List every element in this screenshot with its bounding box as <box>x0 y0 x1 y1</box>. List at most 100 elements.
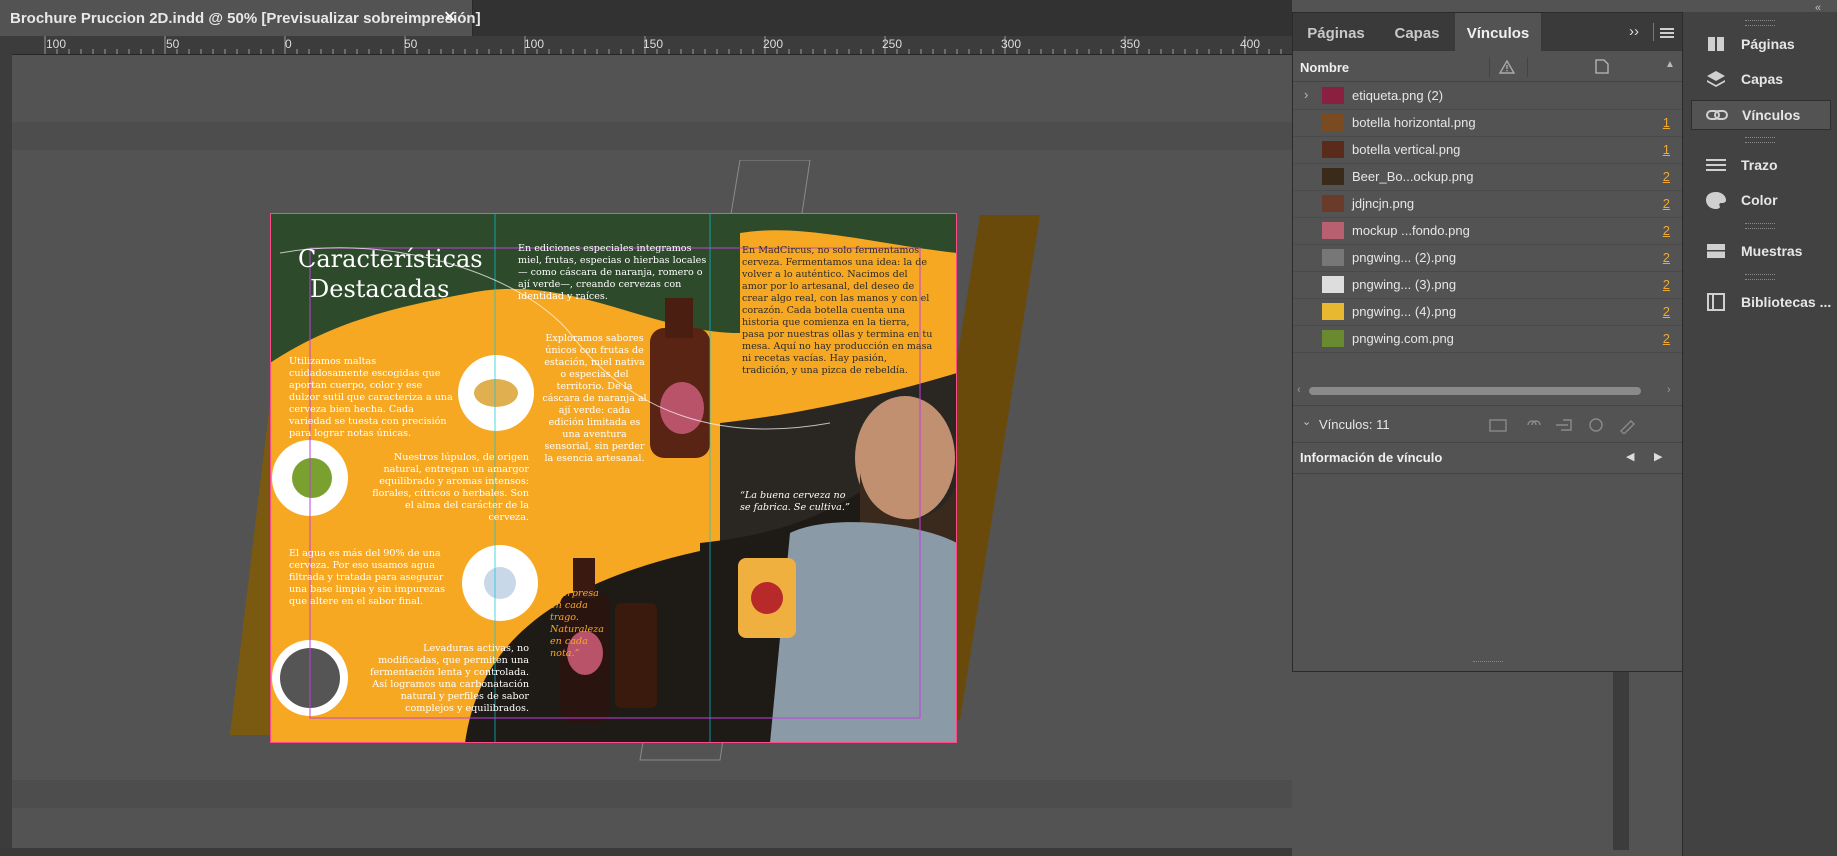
dock-item-stroke[interactable]: Trazo <box>1691 151 1829 179</box>
link-page[interactable]: 2 <box>1663 277 1670 292</box>
collapse-panel-icon[interactable]: ›› <box>1629 23 1639 40</box>
dock-item-swatches[interactable]: Muestras <box>1691 237 1829 265</box>
dock-label: Trazo <box>1741 157 1778 173</box>
link-thumbnail <box>1322 276 1344 293</box>
link-row[interactable]: botella horizontal.png 1 <box>1293 109 1683 137</box>
links-footer: ⌄ Vínculos: 11 <box>1293 405 1683 443</box>
collapse-dock-icon[interactable]: « <box>1815 2 1821 14</box>
link-thumbnail <box>1322 195 1344 212</box>
dock-label: Páginas <box>1741 36 1795 52</box>
link-page[interactable]: 2 <box>1663 223 1670 238</box>
go-to-link-icon <box>1556 419 1572 431</box>
dock-label: Color <box>1741 192 1778 208</box>
link-row[interactable]: botella vertical.png 1 <box>1293 136 1683 164</box>
brochure-heading-line1: Características <box>298 245 483 273</box>
horizontal-ruler[interactable]: 100 50 0 50 100 150 200 250 300 350 400 <box>0 36 1292 55</box>
text-maltas: Utilizamos maltas cuidadosamente escogid… <box>289 356 453 439</box>
column-header[interactable]: Nombre ▲ <box>1293 53 1683 82</box>
link-info-header[interactable]: Información de vínculo ◀ ▶ <box>1293 443 1683 474</box>
text-lupulos: Nuestros lúpulos, de origen natural, ent… <box>372 452 529 523</box>
previous-link-icon[interactable]: ◀ <box>1626 450 1634 463</box>
libraries-icon <box>1707 293 1725 311</box>
text-ediciones: En ediciones especiales integramos miel,… <box>518 243 707 302</box>
dock-label: Muestras <box>1741 243 1803 259</box>
link-name: pngwing... (3).png <box>1352 277 1457 292</box>
dock-item-links[interactable]: Vínculos <box>1691 100 1831 130</box>
dock-grip[interactable] <box>1745 20 1775 26</box>
scrollbar-thumb[interactable] <box>1309 387 1641 395</box>
show-subsets-icon <box>1489 419 1507 432</box>
link-thumbnail <box>1322 222 1344 239</box>
dock-grip[interactable] <box>1745 137 1775 143</box>
tab-links[interactable]: Vínculos <box>1455 13 1541 51</box>
link-name: botella vertical.png <box>1352 142 1461 157</box>
brochure-spread[interactable]: Características Destacadas Utilizamos ma… <box>270 213 957 743</box>
ruler-label: 0 <box>285 37 292 51</box>
layers-icon <box>1707 71 1725 87</box>
link-row[interactable]: pngwing... (2).png 2 <box>1293 244 1683 272</box>
dock-item-color[interactable]: Color <box>1691 186 1829 214</box>
link-info-title: Información de vínculo <box>1300 450 1443 465</box>
link-name: pngwing.com.png <box>1352 331 1454 346</box>
close-tab-icon[interactable]: ✕ <box>443 7 456 27</box>
link-thumbnail <box>1322 249 1344 266</box>
tab-layers[interactable]: Capas <box>1379 13 1455 51</box>
links-panel: Páginas Capas Vínculos ›› Nombre ▲ › eti… <box>1292 12 1684 672</box>
link-row[interactable]: mockup ...fondo.png 2 <box>1293 217 1683 245</box>
resize-grip[interactable] <box>1473 661 1503 665</box>
ruler-label: 400 <box>1240 37 1261 51</box>
stroke-icon <box>1706 159 1726 171</box>
link-page[interactable]: 2 <box>1663 304 1670 319</box>
dock-item-libraries[interactable]: Bibliotecas ... <box>1691 288 1832 316</box>
dock-label: Bibliotecas ... <box>1741 294 1832 310</box>
link-row[interactable]: Beer_Bo...ockup.png 2 <box>1293 163 1683 191</box>
expand-chevron-icon[interactable]: › <box>1304 87 1308 102</box>
ruler-label: 200 <box>763 37 784 51</box>
dock-item-layers[interactable]: Capas <box>1691 65 1829 93</box>
collapse-info-icon[interactable]: ⌄ <box>1302 415 1311 428</box>
link-row[interactable]: pngwing... (3).png 2 <box>1293 271 1683 299</box>
link-name: jdjncjn.png <box>1352 196 1415 211</box>
tab-pages[interactable]: Páginas <box>1293 13 1379 51</box>
footer-actions <box>1489 418 1635 434</box>
link-row[interactable]: jdjncjn.png 2 <box>1293 190 1683 218</box>
next-link-icon[interactable]: ▶ <box>1654 450 1662 463</box>
panel-menu-icon[interactable] <box>1660 27 1674 39</box>
link-page[interactable]: 2 <box>1663 196 1670 211</box>
panel-tab-bar: Páginas Capas Vínculos ›› <box>1293 13 1683 51</box>
link-page[interactable]: 1 <box>1663 142 1670 157</box>
link-page[interactable]: 2 <box>1663 169 1670 184</box>
link-page[interactable]: 2 <box>1663 331 1670 346</box>
scroll-left-icon[interactable]: ‹ <box>1297 384 1301 396</box>
sort-ascending-icon[interactable]: ▲ <box>1665 59 1675 70</box>
update-link-icon <box>1589 418 1603 432</box>
dock-grip[interactable] <box>1745 223 1775 229</box>
dock-label: Capas <box>1741 71 1784 87</box>
links-count: Vínculos: 11 <box>1319 417 1390 432</box>
warning-status-icon[interactable] <box>1499 60 1515 74</box>
relink-icon <box>1527 420 1541 426</box>
divider <box>1527 57 1528 77</box>
link-page[interactable]: 1 <box>1663 115 1670 130</box>
swatches-icon <box>1707 244 1725 258</box>
link-thumbnail <box>1322 87 1344 104</box>
dock-item-pages[interactable]: Páginas <box>1691 30 1829 58</box>
ruler-label: 100 <box>524 37 545 51</box>
document-title: Brochure Pruccion 2D.indd @ 50% [Previsu… <box>10 10 481 27</box>
column-name[interactable]: Nombre <box>1300 60 1349 75</box>
brochure-heading-line2: Destacadas <box>310 275 450 303</box>
link-row[interactable]: pngwing... (4).png 2 <box>1293 298 1683 326</box>
scroll-right-icon[interactable]: › <box>1667 384 1671 396</box>
link-name: pngwing... (2).png <box>1352 250 1457 265</box>
document-tab[interactable]: Brochure Pruccion 2D.indd @ 50% [Previsu… <box>0 0 481 36</box>
pasteboard-band <box>12 122 1292 150</box>
link-page[interactable]: 2 <box>1663 250 1670 265</box>
link-name: etiqueta.png (2) <box>1352 88 1444 103</box>
links-horizontal-scrollbar[interactable]: ‹ › <box>1297 384 1679 397</box>
dock-grip[interactable] <box>1745 274 1775 280</box>
link-row[interactable]: › etiqueta.png (2) <box>1293 82 1683 110</box>
link-row[interactable]: pngwing.com.png 2 <box>1293 325 1683 353</box>
page-column-icon[interactable] <box>1595 59 1609 74</box>
color-icon <box>1706 192 1726 209</box>
link-thumbnail <box>1322 303 1344 320</box>
